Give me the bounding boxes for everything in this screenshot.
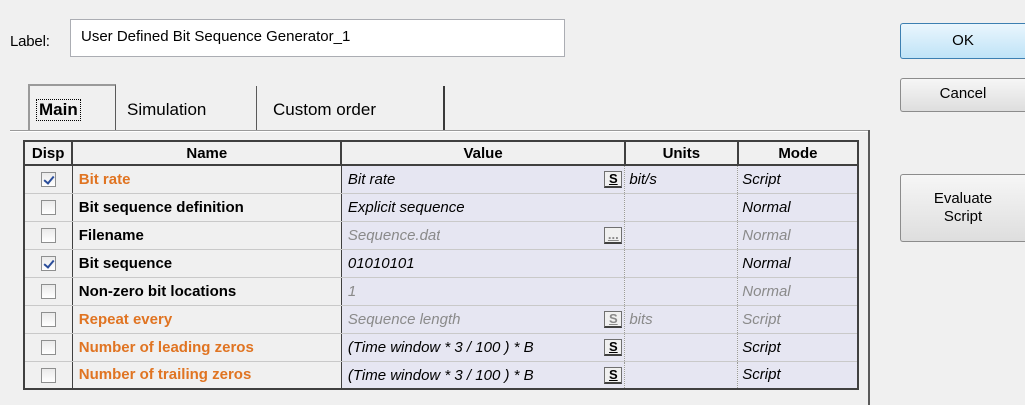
tab-main-label: Main (36, 99, 81, 121)
param-mode[interactable]: Normal (737, 249, 858, 278)
param-value-cell[interactable]: 01010101 (341, 249, 626, 278)
disp-cell (24, 165, 73, 194)
tab-simulation[interactable]: Simulation (117, 86, 257, 130)
param-mode[interactable]: Script (737, 165, 858, 194)
disp-cell (24, 249, 73, 278)
param-units[interactable] (624, 333, 739, 362)
param-value: (Time window * 3 / 100 ) * B (347, 366, 534, 384)
label-input[interactable]: User Defined Bit Sequence Generator_1 (70, 19, 565, 57)
header-mode[interactable]: Mode (736, 140, 860, 166)
param-units[interactable] (624, 221, 739, 250)
param-value-cell[interactable]: (Time window * 3 / 100 ) * B S (341, 333, 626, 362)
display-checkbox[interactable] (40, 256, 56, 272)
header-disp[interactable]: Disp (22, 140, 74, 166)
display-checkbox[interactable] (40, 284, 56, 300)
disp-cell (24, 305, 73, 334)
param-value: Sequence length (347, 310, 461, 328)
param-name: Number of trailing zeros (72, 361, 342, 390)
disp-cell (24, 333, 73, 362)
tab-main[interactable]: Main (28, 84, 116, 130)
param-units[interactable] (624, 277, 739, 306)
param-mode[interactable]: Normal (737, 221, 858, 250)
display-checkbox[interactable] (40, 340, 56, 356)
disp-cell (24, 193, 73, 222)
param-name: Number of leading zeros (72, 333, 342, 362)
param-value: (Time window * 3 / 100 ) * B (347, 338, 534, 356)
display-checkbox[interactable] (40, 228, 56, 244)
param-value-cell[interactable]: Sequence length S (341, 305, 626, 334)
param-value-cell[interactable]: 1 (341, 277, 626, 306)
table-row[interactable]: Repeat every Sequence length Sbits Script (24, 305, 858, 334)
tab-panel-right-border (868, 130, 870, 405)
header-value[interactable]: Value (340, 140, 626, 166)
param-name: Bit rate (72, 165, 342, 194)
param-value: 01010101 (347, 254, 415, 272)
disp-cell (24, 221, 73, 250)
param-value: Bit rate (347, 171, 396, 189)
tab-panel-border (10, 130, 870, 132)
disp-cell (24, 277, 73, 306)
table-row[interactable]: Bit rate Bit rate Sbit/s Script (24, 165, 858, 194)
parameter-table: Disp Name Value Units Mode Bit rate Bit r… (22, 140, 860, 390)
param-name: Filename (72, 221, 342, 250)
table-row[interactable]: Number of trailing zeros (Time window * 3… (24, 361, 858, 390)
evaluate-script-button[interactable]: Evaluate Script (900, 174, 1025, 242)
browse-button[interactable]: ... (604, 226, 623, 244)
param-value-cell[interactable]: Sequence.dat... (341, 221, 626, 250)
param-value-cell[interactable]: Bit rate S (341, 165, 626, 194)
param-units[interactable]: bits (624, 305, 739, 334)
script-edit-button[interactable]: S (604, 171, 623, 188)
param-mode[interactable]: Normal (737, 277, 858, 306)
param-mode[interactable]: Script (737, 305, 858, 334)
table-row[interactable]: Bit sequence definition Explicit sequence… (24, 193, 858, 222)
param-units[interactable]: bit/s (624, 165, 739, 194)
param-value: 1 (347, 282, 357, 300)
table-header-row: Disp Name Value Units Mode (22, 140, 860, 166)
param-value-cell[interactable]: Explicit sequence (341, 193, 626, 222)
display-checkbox[interactable] (40, 312, 56, 328)
ok-button[interactable]: OK (900, 23, 1025, 59)
param-value-cell[interactable]: (Time window * 3 / 100 ) * B S (341, 361, 626, 390)
param-name: Bit sequence definition (72, 193, 342, 222)
script-edit-button[interactable]: S (604, 338, 623, 356)
param-name: Repeat every (72, 305, 342, 334)
header-units[interactable]: Units (623, 140, 739, 166)
param-name: Non-zero bit locations (72, 277, 342, 306)
table-row[interactable]: Non-zero bit locations 1 Normal (24, 277, 858, 306)
cancel-button[interactable]: Cancel (900, 78, 1025, 112)
param-units[interactable] (624, 361, 739, 390)
table-row[interactable]: Bit sequence 01010101 Normal (24, 249, 858, 278)
label-caption: Label: (10, 33, 50, 50)
param-value: Explicit sequence (347, 198, 465, 216)
param-units[interactable] (624, 193, 739, 222)
param-name: Bit sequence (72, 249, 342, 278)
table-row[interactable]: Number of leading zeros (Time window * 3 … (24, 333, 858, 362)
display-checkbox[interactable] (40, 200, 56, 216)
header-name[interactable]: Name (71, 140, 343, 166)
param-mode[interactable]: Normal (737, 193, 858, 222)
script-edit-button[interactable]: S (604, 366, 623, 384)
param-mode[interactable]: Script (737, 333, 858, 362)
tab-custom-order[interactable]: Custom order (259, 86, 445, 130)
display-checkbox[interactable] (40, 172, 56, 188)
display-checkbox[interactable] (40, 367, 56, 383)
table-row[interactable]: Filename Sequence.dat... Normal (24, 221, 858, 250)
disp-cell (24, 361, 73, 390)
script-edit-button[interactable]: S (604, 310, 623, 328)
param-mode[interactable]: Script (737, 361, 858, 390)
param-value: Sequence.dat (347, 226, 441, 244)
param-units[interactable] (624, 249, 739, 278)
